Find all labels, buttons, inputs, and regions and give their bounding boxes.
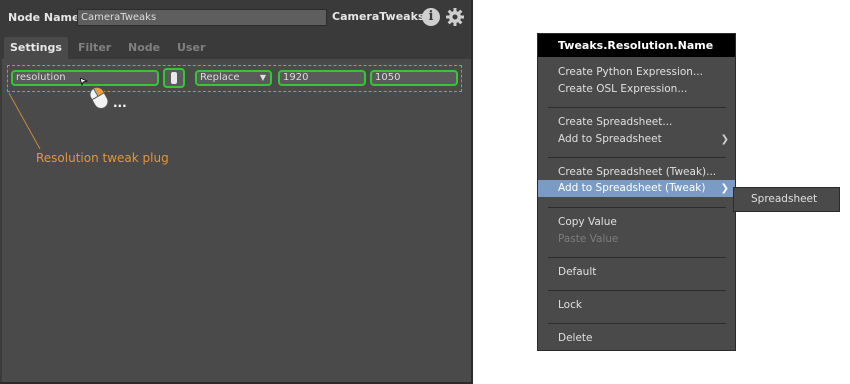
tweak-mode-value: Replace (200, 72, 240, 83)
dropdown-arrow-icon: ▼ (259, 73, 266, 82)
menu-item-create-python-expression[interactable]: Create Python Expression... (538, 64, 735, 81)
tweak-mode-dropdown[interactable]: Replace ▼ (195, 70, 272, 86)
node-editor-panel: Node Name CameraTweaks CameraTweaks i Se… (0, 0, 473, 384)
tab-filter[interactable]: Filter (72, 37, 117, 59)
annotation-label: Resolution tweak plug (36, 151, 169, 165)
menu-item-add-to-spreadsheet[interactable]: Add to Spreadsheet ❯ (538, 131, 735, 148)
menu-separator (548, 157, 726, 158)
resolution-tweak-plug-row: resolution Replace ▼ 1920 1050 (7, 65, 462, 92)
menu-item-default[interactable]: Default (538, 264, 735, 281)
gear-icon[interactable] (445, 7, 465, 27)
tab-user[interactable]: User (171, 37, 211, 59)
menu-item-create-osl-expression[interactable]: Create OSL Expression... (538, 81, 735, 98)
menu-item-copy-value[interactable]: Copy Value (538, 214, 735, 231)
menu-item-delete[interactable]: Delete (538, 330, 735, 347)
node-name-field[interactable]: CameraTweaks (77, 9, 327, 26)
mouse-right-click-icon (89, 87, 109, 109)
menu-separator (548, 290, 726, 291)
node-name-label: Node Name (8, 11, 80, 24)
menu-item-create-spreadsheet[interactable]: Create Spreadsheet... (538, 114, 735, 131)
toggle-knob (171, 72, 177, 84)
ellipsis: ... (113, 96, 127, 110)
menu-item-label: Add to Spreadsheet (Tweak) (558, 182, 706, 194)
submenu-item-spreadsheet[interactable]: Spreadsheet (734, 188, 839, 211)
menu-separator (548, 257, 726, 258)
menu-title: Tweaks.Resolution.Name (538, 34, 735, 57)
resolution-x-field[interactable]: 1920 (278, 70, 366, 86)
menu-item-create-spreadsheet-tweak[interactable]: Create Spreadsheet (Tweak)... (538, 164, 735, 181)
info-icon[interactable]: i (422, 8, 440, 26)
tweak-enabled-toggle[interactable] (163, 68, 185, 88)
tab-settings[interactable]: Settings (4, 37, 68, 59)
menu-item-label: Add to Spreadsheet (558, 133, 662, 145)
menu-separator (548, 107, 726, 108)
menu-item-paste-value: Paste Value (558, 233, 619, 245)
submenu-arrow-icon: ❯ (720, 183, 729, 194)
submenu-arrow-icon: ❯ (720, 134, 729, 145)
tab-node[interactable]: Node (122, 37, 166, 59)
menu-item-add-to-spreadsheet-tweak[interactable]: Add to Spreadsheet (Tweak) ❯ (538, 180, 735, 197)
node-type-label: CameraTweaks (332, 10, 425, 23)
menu-item-lock[interactable]: Lock (538, 297, 735, 314)
resolution-y-field[interactable]: 1050 (370, 70, 458, 86)
menu-separator (548, 207, 726, 208)
spreadsheet-submenu: Spreadsheet (733, 187, 840, 212)
node-editor-header: Node Name CameraTweaks CameraTweaks i (0, 0, 471, 34)
settings-tab-content (2, 59, 471, 382)
tab-bar: Settings Filter Node User (0, 37, 471, 59)
menu-separator (548, 323, 726, 324)
plug-context-menu: Tweaks.Resolution.Name Create Python Exp… (537, 33, 736, 351)
